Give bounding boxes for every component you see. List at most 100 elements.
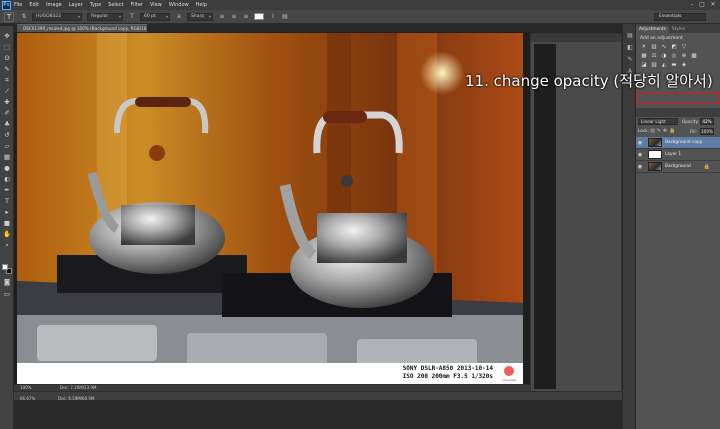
floating-window-canvas [534, 44, 556, 389]
menu-view[interactable]: View [150, 2, 162, 8]
text-color-swatch[interactable] [254, 13, 264, 20]
exposure-icon[interactable]: ◩ [670, 44, 678, 51]
menu-file[interactable]: File [14, 2, 22, 8]
lasso-tool-icon[interactable]: ʘ [3, 54, 11, 62]
layer-name: Background [665, 164, 691, 169]
align-center-icon[interactable]: ≡ [230, 13, 238, 21]
menu-image[interactable]: Image [46, 2, 62, 8]
options-bar: T ⇅ HUGO8322 Regular T 60 pt a Sharp ≡ ≡… [0, 10, 720, 24]
selective-color-icon[interactable]: ◈ [680, 62, 688, 69]
dodge-tool-icon[interactable]: ◐ [3, 175, 11, 183]
shape-tool-icon[interactable]: ■ [3, 219, 11, 227]
menu-select[interactable]: Select [108, 2, 123, 8]
tab-styles[interactable]: Styles [669, 26, 688, 33]
close-icon[interactable]: ✕ [709, 1, 717, 8]
menu-type[interactable]: Type [90, 2, 101, 8]
tools-panel: ✥ ⬚ ʘ ✎ ⌗ ⁄ ✚ ✐ ♣ ↺ ▱ ▦ ● ◐ ✒ T ▸ ■ ✋ ⌕ … [0, 26, 14, 429]
antialias-select[interactable]: Sharp [187, 12, 213, 21]
levels-icon[interactable]: ▥ [650, 44, 658, 51]
posterize-icon[interactable]: ▨ [650, 62, 658, 69]
layer-row-layer-1[interactable]: ◉ Layer 1 [636, 149, 720, 161]
brightness-contrast-icon[interactable]: ☀ [640, 44, 648, 51]
lock-icons[interactable]: ▨✎✥🔒 [650, 128, 677, 134]
quick-mask-icon[interactable]: ◙ [3, 278, 11, 286]
color-swatches[interactable] [2, 264, 12, 274]
badge-swirl-icon [504, 366, 514, 376]
layer-row-background[interactable]: ◉ Background 🔒 [636, 161, 720, 173]
hue-saturation-icon[interactable]: ▦ [640, 53, 648, 60]
align-left-icon[interactable]: ≡ [218, 13, 226, 21]
foreground-color-swatch[interactable] [2, 264, 8, 270]
minimize-icon[interactable]: – [688, 1, 696, 8]
photo-filter-icon[interactable]: ◎ [670, 53, 678, 60]
history-brush-tool-icon[interactable]: ↺ [3, 131, 11, 139]
visibility-eye-icon[interactable]: ◉ [636, 140, 644, 146]
healing-brush-tool-icon[interactable]: ✚ [3, 98, 11, 106]
crop-tool-icon[interactable]: ⌗ [3, 76, 11, 84]
layer-name: Background copy [665, 140, 703, 145]
menu-window[interactable]: Window [169, 2, 189, 8]
add-adjustment-heading: Add an adjustment [640, 36, 683, 41]
screen-mode-icon[interactable]: ▭ [3, 290, 11, 298]
color-lookup-icon[interactable]: ▩ [690, 53, 698, 60]
visibility-eye-icon[interactable]: ◉ [636, 164, 644, 170]
photo-caption-strip: SONY DSLR-A850 2013-10-14 ISO 200 200mm … [17, 363, 523, 385]
document-photo[interactable]: SONY DSLR-A850 2013-10-14 ISO 200 200mm … [17, 33, 523, 385]
eyedropper-tool-icon[interactable]: ⁄ [3, 87, 11, 95]
layer-row-background-copy[interactable]: ◉ Background copy [636, 137, 720, 149]
type-tool-preset-icon[interactable]: T [4, 11, 14, 22]
layers-panel-header [636, 108, 720, 117]
brush-tool-icon[interactable]: ✐ [3, 109, 11, 117]
blur-tool-icon[interactable]: ● [3, 164, 11, 172]
move-tool-icon[interactable]: ✥ [3, 32, 11, 40]
quick-select-tool-icon[interactable]: ✎ [3, 65, 11, 73]
opacity-input[interactable]: 42% [700, 118, 714, 125]
brush-panel-icon[interactable]: ✎ [626, 56, 634, 64]
font-size-icon: T [130, 12, 134, 20]
hand-tool-icon[interactable]: ✋ [3, 230, 11, 238]
menu-filter[interactable]: Filter [131, 2, 143, 8]
visibility-eye-icon[interactable]: ◉ [636, 152, 644, 158]
font-family-select[interactable]: HUGO8322 [32, 12, 82, 21]
threshold-icon[interactable]: ◭ [660, 62, 668, 69]
gradient-tool-icon[interactable]: ▦ [3, 153, 11, 161]
maximize-icon[interactable]: □ [698, 1, 706, 8]
vibrance-icon[interactable]: ▽ [680, 44, 688, 51]
eraser-tool-icon[interactable]: ▱ [3, 142, 11, 150]
antialias-icon: a [177, 12, 181, 20]
layer-thumbnail [648, 138, 662, 147]
align-right-icon[interactable]: ≡ [242, 13, 250, 21]
photo-exif-caption: SONY DSLR-A850 2013-10-14 ISO 200 200mm … [403, 365, 493, 381]
font-style-select[interactable]: Regular [87, 12, 123, 21]
lock-label: Lock: [638, 128, 649, 133]
curves-icon[interactable]: ∿ [660, 44, 668, 51]
floating-window-titlebar[interactable] [531, 34, 621, 42]
document-tab[interactable]: DSC01390_resized.jpg @ 100% (Background … [17, 24, 147, 32]
properties-panel-icon[interactable]: ◧ [626, 44, 634, 52]
type-tool-icon[interactable]: T [3, 197, 11, 205]
blend-mode-select[interactable]: Linear Light [638, 118, 678, 125]
pen-tool-icon[interactable]: ✒ [3, 186, 11, 194]
black-white-icon[interactable]: ◑ [660, 53, 668, 60]
warp-text-icon[interactable]: ⌇ [269, 13, 277, 21]
document-status-bar: 100% Doc: 7.26M/23.9M [14, 384, 530, 391]
marquee-tool-icon[interactable]: ⬚ [3, 43, 11, 51]
menu-edit[interactable]: Edit [29, 2, 39, 8]
path-select-tool-icon[interactable]: ▸ [3, 208, 11, 216]
channel-mixer-icon[interactable]: ⊕ [680, 53, 688, 60]
zoom-tool-icon[interactable]: ⌕ [3, 241, 11, 249]
font-size-select[interactable]: 60 pt [140, 12, 170, 21]
text-orientation-icon[interactable]: ⇅ [20, 13, 28, 21]
gradient-map-icon[interactable]: ▬ [670, 62, 678, 69]
history-panel-icon[interactable]: ▤ [626, 32, 634, 40]
character-panel-icon[interactable]: ▤ [281, 13, 289, 21]
fill-input[interactable]: 100% [700, 128, 714, 135]
tab-adjustments[interactable]: Adjustments [636, 26, 669, 33]
invert-icon[interactable]: ◪ [640, 62, 648, 69]
menu-help[interactable]: Help [196, 2, 207, 8]
color-balance-icon[interactable]: ⚖ [650, 53, 658, 60]
menu-layer[interactable]: Layer [69, 2, 83, 8]
workspace-select[interactable]: Essentials [654, 13, 706, 21]
clone-stamp-tool-icon[interactable]: ♣ [3, 120, 11, 128]
tutorial-annotation: 11. change opacity (적당히 알아서) [465, 72, 713, 90]
